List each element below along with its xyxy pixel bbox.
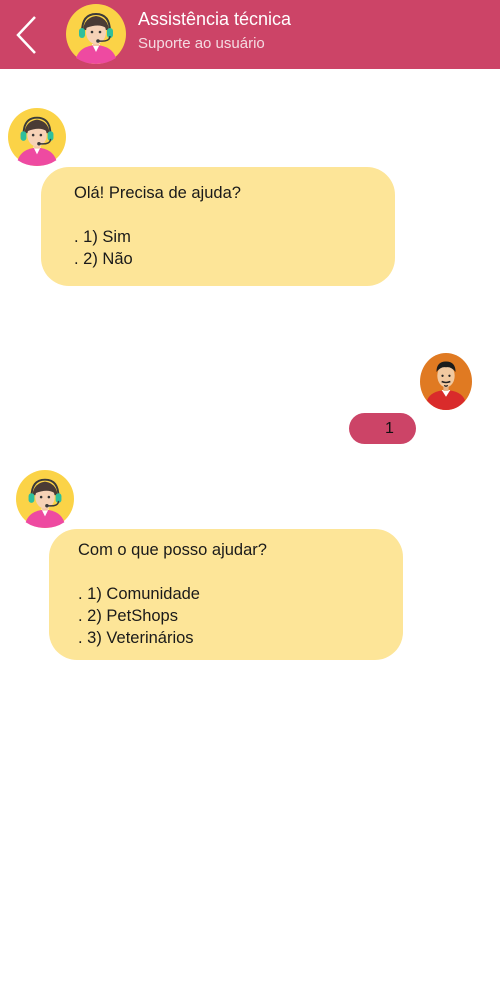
chat-title: Assistência técnica bbox=[138, 9, 292, 29]
chevron-left-icon bbox=[16, 16, 36, 54]
chat-subtitle: Suporte ao usuário bbox=[138, 35, 265, 52]
message-option: . 1) Comunidade bbox=[78, 585, 200, 603]
support-agent-avatar-icon bbox=[66, 4, 126, 64]
user-message-text: 1 bbox=[385, 420, 394, 437]
back-button[interactable] bbox=[10, 14, 44, 56]
message-option: . 2) PetShops bbox=[78, 607, 178, 625]
support-agent-avatar-icon bbox=[8, 108, 66, 166]
message-heading: Olá! Precisa de ajuda? bbox=[74, 184, 241, 202]
agent-message-bubble: Olá! Precisa de ajuda? . 1) Sim . 2) Não bbox=[41, 167, 395, 286]
chat-header: Assistência técnica Suporte ao usuário bbox=[0, 0, 500, 69]
user-avatar-icon bbox=[420, 353, 472, 410]
message-option: . 3) Veterinários bbox=[78, 629, 194, 647]
message-option: . 2) Não bbox=[74, 250, 133, 268]
agent-message-bubble: Com o que posso ajudar? . 1) Comunidade … bbox=[49, 529, 403, 660]
message-heading: Com o que posso ajudar? bbox=[78, 541, 267, 559]
user-message-bubble: 1 bbox=[349, 413, 416, 444]
message-option: . 1) Sim bbox=[74, 228, 131, 246]
support-agent-avatar-icon bbox=[16, 470, 74, 528]
